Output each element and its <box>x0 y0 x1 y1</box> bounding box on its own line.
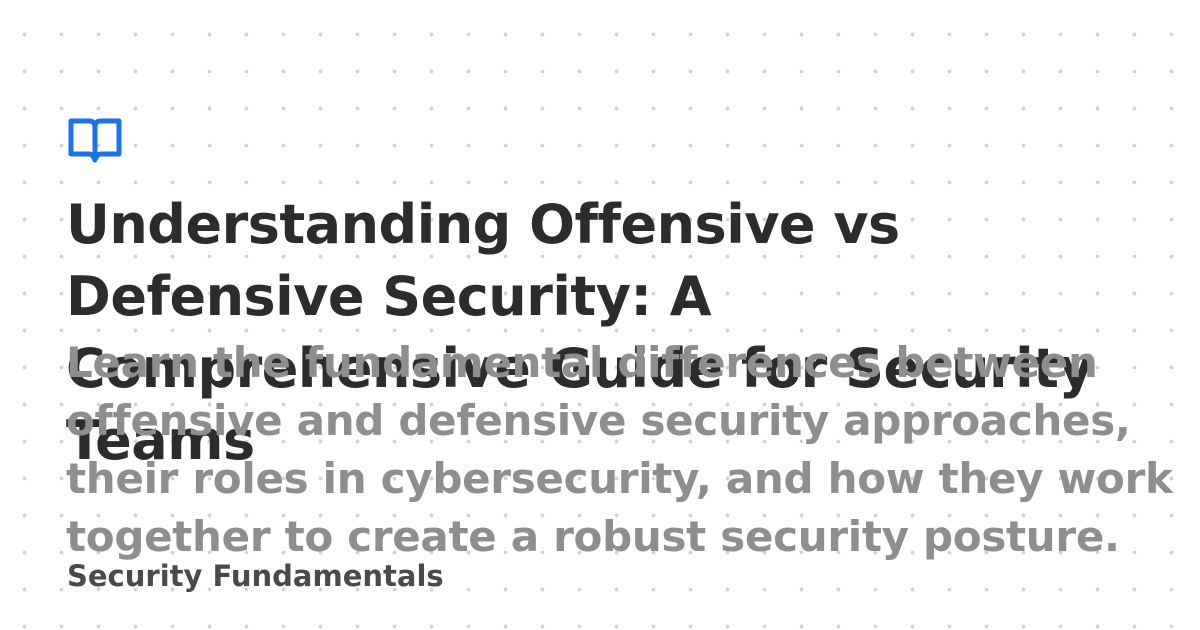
post-category: Security Fundamentals <box>67 559 444 593</box>
open-book-icon <box>68 118 122 163</box>
social-card: Understanding Offensive vs Defensive Sec… <box>0 0 1200 630</box>
post-description: Learn the fundamental differences betwee… <box>66 338 1173 561</box>
